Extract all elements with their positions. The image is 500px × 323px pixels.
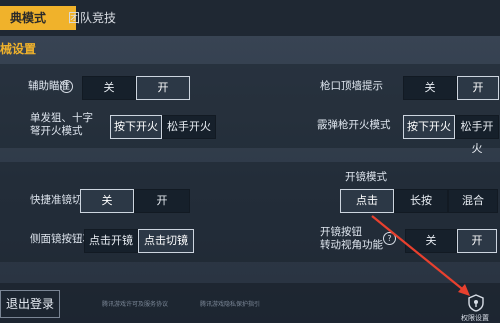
privacy-guide-link[interactable]: 腾讯游戏隐私保护指引 (200, 299, 260, 308)
assist-aim-toggle: 关 开 (82, 76, 190, 100)
scope-button-view-label-line1: 开镜按钮 (320, 226, 362, 238)
sniper-release-fire-button[interactable]: 松手开火 (162, 115, 216, 139)
scope-button-view-label-line2: 转动视角功能 (320, 239, 383, 251)
shield-icon[interactable] (468, 294, 484, 312)
assist-aim-on-button[interactable]: 开 (136, 76, 190, 100)
muzzle-tip-off-button[interactable]: 关 (403, 76, 457, 100)
scope-mode-label: 开镜模式 (345, 171, 387, 183)
quick-scope-toggle: 关 开 (80, 189, 190, 213)
quick-scope-on-button[interactable]: 开 (134, 189, 190, 213)
privacy-settings-label[interactable]: 权限设置 (461, 313, 489, 323)
side-scope-switch-button[interactable]: 点击切镜 (138, 229, 194, 253)
shotgun-release-fire-button[interactable]: 松手开火 (455, 115, 499, 155)
scope-button-view-on-button[interactable]: 开 (457, 229, 497, 253)
shotgun-fire-mode-toggle: 按下开火 松手开火 (403, 115, 499, 155)
muzzle-tip-toggle: 关 开 (403, 76, 499, 100)
scope-button-view-help-icon[interactable]: ? (383, 232, 396, 245)
section-title: 械设置 (0, 42, 37, 56)
shotgun-fire-label: 霰弹枪开火模式 (317, 119, 391, 131)
service-agreement-link[interactable]: 腾讯游戏许可及服务协议 (102, 299, 168, 308)
scope-mode-hold-button[interactable]: 长按 (394, 189, 448, 213)
tab-team-deathmatch[interactable]: 团队竞技 (58, 6, 148, 30)
shotgun-press-fire-button[interactable]: 按下开火 (403, 115, 455, 139)
scope-mode-mixed-button[interactable]: 混合 (448, 189, 498, 213)
side-scope-button-toggle: 点击开镜 点击切镜 (84, 229, 194, 253)
scope-mode-tap-button[interactable]: 点击 (340, 189, 394, 213)
sniper-fire-label-line1: 单发狙、十字 (30, 112, 93, 124)
scope-button-view-toggle: 关 开 (405, 229, 497, 253)
muzzle-tip-label: 枪口顶墙提示 (320, 80, 383, 92)
sniper-press-fire-button[interactable]: 按下开火 (110, 115, 162, 139)
logout-button[interactable]: 退出登录 (0, 290, 60, 318)
sniper-fire-label-line2: 弩开火模式 (30, 125, 83, 137)
side-scope-open-button[interactable]: 点击开镜 (84, 229, 138, 253)
assist-aim-off-button[interactable]: 关 (82, 76, 136, 100)
scope-button-view-off-button[interactable]: 关 (405, 229, 457, 253)
quick-scope-off-button[interactable]: 关 (80, 189, 134, 213)
assist-aim-help-icon[interactable]: ? (60, 80, 73, 93)
scope-mode-selector: 点击 长按 混合 (340, 189, 498, 213)
muzzle-tip-on-button[interactable]: 开 (457, 76, 499, 100)
sniper-fire-mode-toggle: 按下开火 松手开火 (110, 115, 216, 139)
